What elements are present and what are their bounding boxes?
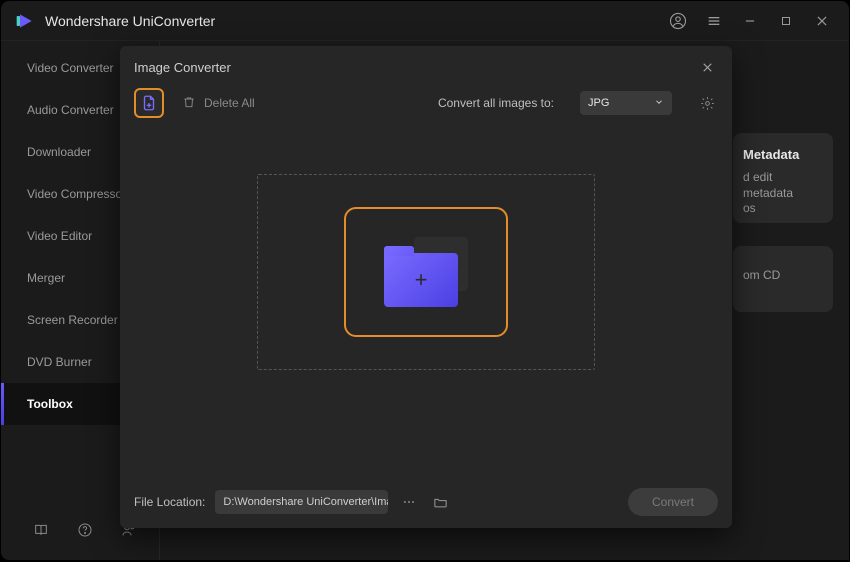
add-file-button[interactable] [134,88,164,118]
maximize-icon[interactable] [773,8,799,34]
convert-button[interactable]: Convert [628,488,718,516]
minimize-icon[interactable] [737,8,763,34]
bg-card-metadata: Metadata d edit metadata os [733,133,833,223]
bg-card-sub: os [743,201,817,217]
account-icon[interactable] [665,8,691,34]
sidebar-item-label: Downloader [27,145,91,159]
modal-title: Image Converter [134,60,231,75]
sidebar-item-label: Audio Converter [27,103,114,117]
sidebar-item-label: Merger [27,271,65,285]
sidebar-item-label: DVD Burner [27,355,92,369]
dropzone-highlight: + [344,207,508,337]
gear-icon[interactable] [696,92,718,114]
delete-all-button[interactable]: Delete All [182,95,255,112]
bg-card-sub: om CD [743,268,817,284]
bg-card-cd: om CD [733,246,833,312]
sidebar-item-label: Toolbox [27,397,73,411]
chevron-down-icon [654,97,664,110]
file-location-value: D:\Wondershare UniConverter\Image Output [223,496,387,508]
trash-icon [182,95,196,112]
sidebar-item-label: Video Converter [27,61,114,75]
menu-icon[interactable] [701,8,727,34]
close-icon[interactable] [809,8,835,34]
plus-icon: + [415,267,428,293]
app-logo [15,11,35,31]
help-icon[interactable] [75,520,95,540]
sidebar-item-label: Screen Recorder [27,313,118,327]
more-icon[interactable] [398,491,420,513]
convert-all-label: Convert all images to: [438,96,554,110]
app-title: Wondershare UniConverter [45,13,215,29]
sidebar-item-label: Video Compressor [27,187,126,201]
book-icon[interactable] [31,520,51,540]
close-icon[interactable] [696,56,718,78]
file-location-input[interactable]: D:\Wondershare UniConverter\Image Output [215,490,387,514]
delete-all-label: Delete All [204,96,255,110]
format-select[interactable]: JPG [580,91,672,115]
dropzone[interactable]: + [257,174,595,370]
bg-card-title: Metadata [743,147,817,162]
sidebar-item-label: Video Editor [27,229,92,243]
format-value: JPG [588,97,609,109]
file-location-label: File Location: [134,495,205,509]
open-folder-icon[interactable] [430,491,452,513]
convert-button-label: Convert [652,495,694,509]
image-converter-modal: Image Converter Delete All Convert all i… [120,46,732,528]
bg-card-sub: d edit metadata [743,170,817,201]
folder-icon: + [384,237,468,307]
